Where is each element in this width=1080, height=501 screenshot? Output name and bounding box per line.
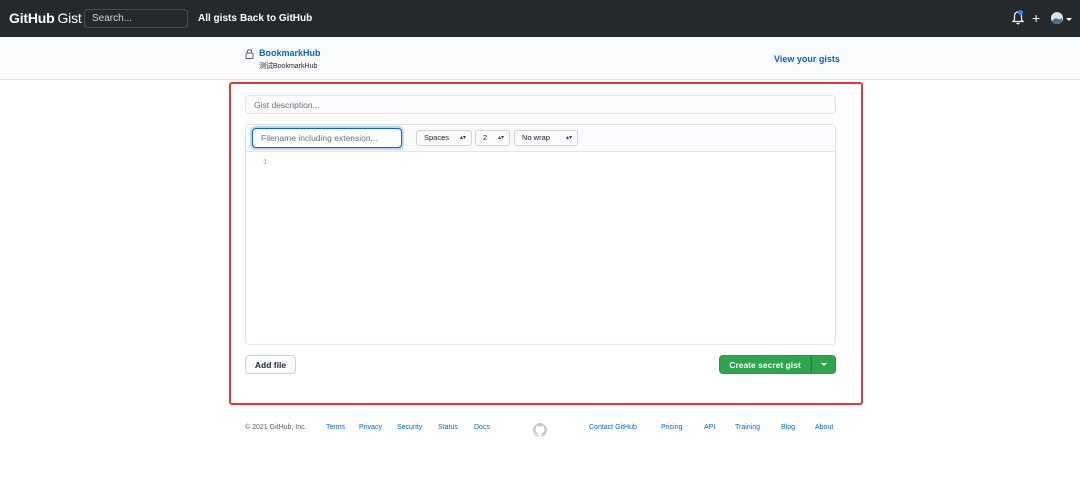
notification-dot bbox=[1018, 10, 1023, 15]
avatar-image bbox=[1051, 13, 1063, 24]
footer-link-pricing[interactable]: Pricing bbox=[661, 424, 682, 431]
github-gist-logo[interactable]: GitHub Gist bbox=[9, 10, 82, 26]
create-options-dropdown-button[interactable] bbox=[811, 355, 836, 374]
footer-link-status[interactable]: Status bbox=[438, 424, 458, 431]
footer-link-contact[interactable]: Contact GitHub bbox=[589, 424, 637, 431]
nav-back-to-github[interactable]: Back to GitHub bbox=[240, 13, 312, 24]
logo-gist-text: Gist bbox=[57, 10, 82, 26]
gist-description-input[interactable] bbox=[245, 95, 836, 114]
indent-size-value: 2 bbox=[483, 133, 488, 142]
lock-icon bbox=[245, 49, 254, 59]
top-header: GitHub Gist All gists Back to GitHub + bbox=[0, 0, 1080, 37]
gist-owner-link[interactable]: BookmarkHub bbox=[259, 48, 321, 58]
indent-mode-select[interactable]: Spaces ▴▾ bbox=[416, 130, 472, 146]
nav-all-gists[interactable]: All gists bbox=[198, 13, 237, 24]
indent-mode-value: Spaces bbox=[424, 133, 450, 142]
logo-github-text: GitHub bbox=[9, 10, 55, 26]
wrap-mode-select[interactable]: No wrap ▴▾ bbox=[514, 130, 578, 146]
footer-copyright: © 2021 GitHub, Inc. bbox=[245, 424, 307, 431]
plus-icon[interactable]: + bbox=[1032, 10, 1040, 26]
select-arrows-icon: ▴▾ bbox=[565, 135, 572, 141]
filename-input[interactable] bbox=[252, 128, 402, 148]
gist-subheader bbox=[0, 37, 1080, 80]
footer-link-api[interactable]: API bbox=[704, 424, 715, 431]
footer-link-blog[interactable]: Blog bbox=[781, 424, 795, 431]
create-secret-gist-button[interactable]: Create secret gist bbox=[719, 355, 811, 374]
footer-link-security[interactable]: Security bbox=[397, 424, 422, 431]
file-editor: Spaces ▴▾ 2 ▴▾ No wrap ▴▾ 1 bbox=[245, 124, 836, 345]
search-input[interactable] bbox=[84, 9, 188, 28]
footer-link-docs[interactable]: Docs bbox=[474, 424, 490, 431]
indent-size-select[interactable]: 2 ▴▾ bbox=[475, 130, 510, 146]
editor-toolbar: Spaces ▴▾ 2 ▴▾ No wrap ▴▾ bbox=[246, 125, 835, 152]
chevron-down-icon bbox=[820, 363, 827, 366]
avatar[interactable] bbox=[1051, 12, 1063, 24]
wrap-mode-value: No wrap bbox=[522, 133, 550, 142]
avatar-dropdown-caret-icon[interactable] bbox=[1066, 18, 1072, 21]
footer-link-privacy[interactable]: Privacy bbox=[359, 424, 382, 431]
line-number: 1 bbox=[263, 159, 268, 167]
footer-link-about[interactable]: About bbox=[815, 424, 833, 431]
footer-link-terms[interactable]: Terms bbox=[326, 424, 345, 431]
select-arrows-icon: ▴▾ bbox=[497, 135, 504, 141]
github-mark-icon[interactable] bbox=[533, 423, 547, 437]
gist-owner-description: 测试BookmarkHub bbox=[259, 63, 318, 70]
footer-link-training[interactable]: Training bbox=[735, 424, 760, 431]
select-arrows-icon: ▴▾ bbox=[459, 135, 466, 141]
add-file-button[interactable]: Add file bbox=[245, 355, 296, 374]
view-your-gists-link[interactable]: View your gists bbox=[774, 54, 840, 64]
